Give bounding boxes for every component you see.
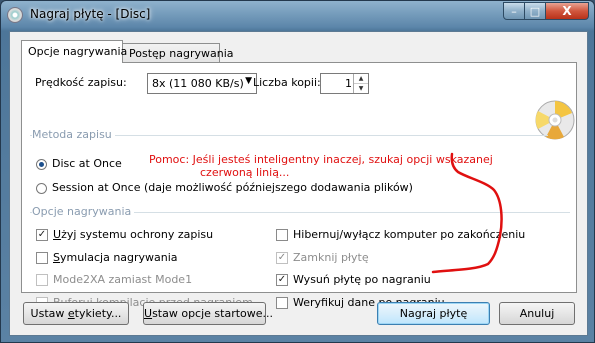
set-labels-button[interactable]: Ustaw etykiety...	[23, 302, 129, 325]
set-startup-options-button[interactable]: Ustaw opcje startowe...	[143, 302, 273, 325]
eject-label[interactable]: Wysuń płytę po nagraniu	[293, 273, 431, 286]
radio-disc-at-once[interactable]	[36, 159, 47, 170]
copies-value: 1	[345, 77, 352, 90]
radio-session-at-once[interactable]	[36, 183, 47, 194]
session-at-once-label[interactable]: Session at Once (daje możliwość późniejs…	[52, 181, 413, 194]
checkbox-close-disc[interactable]: ✓	[276, 252, 288, 264]
spin-down-icon[interactable]: ▼	[354, 84, 368, 93]
checkbox-verify[interactable]	[276, 297, 288, 309]
window-title: Nagraj płytę - [Disc]	[30, 7, 151, 21]
app-disc-icon	[7, 7, 23, 23]
speed-label: Prędkość zapisu:	[35, 76, 127, 89]
disc-at-once-label[interactable]: Disc at Once	[52, 157, 122, 170]
tab-burn-options[interactable]: Opcje nagrywania	[21, 40, 127, 63]
write-protection-label[interactable]: Użyj systemu ochrony zapisu	[53, 228, 213, 241]
copies-spinner[interactable]: 1 ▲ ▼	[320, 73, 369, 94]
copies-label: Liczba kopii:	[253, 76, 321, 89]
annotation-line-1: Pomoc: Jeśli jesteś inteligentny inaczej…	[149, 153, 493, 166]
checkbox-eject[interactable]: ✓	[276, 274, 288, 286]
checkbox-write-protection[interactable]: ✓	[36, 229, 48, 241]
minimize-button[interactable]: –	[503, 2, 525, 20]
cancel-button[interactable]: Anuluj	[499, 302, 575, 325]
simulation-label[interactable]: Symulacja nagrywania	[53, 251, 178, 264]
speed-value: 8x (11 080 KB/s)	[152, 77, 244, 90]
dialog-client-area: Opcje nagrywania Postęp nagrywania Prędk…	[9, 31, 588, 336]
tab-burn-progress[interactable]: Postęp nagrywania	[122, 43, 234, 64]
maximize-button[interactable]: □	[524, 2, 546, 20]
burn-button[interactable]: Nagraj płytę	[377, 302, 490, 325]
burn-group-label: Opcje nagrywania	[32, 205, 135, 218]
mode2xa-label: Mode2XA zamiast Mode1	[53, 273, 193, 286]
burn-options-panel: Prędkość zapisu: 8x (11 080 KB/s) ▼ Licz…	[21, 62, 577, 309]
burn-disc-window: Nagraj płytę - [Disc] – □ X Opcje nagryw…	[0, 0, 595, 343]
checkbox-simulation[interactable]	[36, 252, 48, 264]
dropdown-arrow-icon: ▼	[245, 76, 252, 86]
checkbox-mode2xa[interactable]	[36, 274, 48, 286]
annotation-line-2: czerwoną linią...	[200, 166, 290, 179]
close-button[interactable]: X	[545, 2, 589, 20]
spin-up-icon[interactable]: ▲	[354, 74, 368, 84]
checkbox-hibernate[interactable]	[276, 229, 288, 241]
hibernate-label[interactable]: Hibernuj/wyłącz komputer po zakończeniu	[293, 228, 525, 241]
speed-select[interactable]: 8x (11 080 KB/s) ▼	[147, 73, 257, 94]
title-bar[interactable]: Nagraj płytę - [Disc] – □ X	[1, 1, 594, 29]
close-disc-label: Zamknij płytę	[293, 251, 369, 264]
method-group-label: Metoda zapisu	[32, 128, 115, 141]
